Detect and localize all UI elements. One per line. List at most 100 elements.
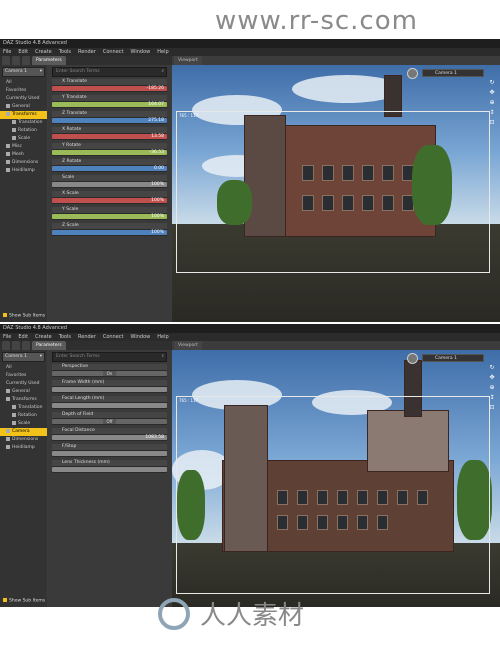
parameter-value[interactable]: 164.07 [148,101,164,108]
tree-item[interactable]: General [0,388,47,396]
category-item[interactable]: Currently Used [0,380,47,388]
tab-viewport[interactable]: Viewport [174,56,202,65]
menu-item-render[interactable]: Render [78,48,96,56]
tree-item[interactable]: Translation [0,404,47,412]
dolly-icon[interactable]: ↕ [488,394,496,402]
viewport[interactable]: 765 : 117 Camera 1 ↻ ✥ ⊕ ↕ ⊡ [172,65,500,322]
parameter-slider[interactable]: 100% [52,197,167,204]
menu-item-create[interactable]: Create [35,48,52,56]
parameter-slider[interactable]: -185.26 [52,85,167,92]
parameter-slider[interactable] [52,466,167,473]
parameter-slider[interactable]: On [52,370,167,377]
tab-pane-2[interactable] [22,56,30,65]
menu-item-connect[interactable]: Connect [103,48,124,56]
parameter-slider[interactable] [52,450,167,457]
menu-item-window[interactable]: Window [131,48,151,56]
pan-icon[interactable]: ✥ [488,374,496,382]
parameter-value[interactable]: -36.53 [149,149,164,156]
parameter-slider[interactable]: 275.18 [52,117,167,124]
parameter-value[interactable]: 100% [151,181,164,188]
camera-selector[interactable]: Camera 1 [422,69,484,77]
toggle-button[interactable]: Off [102,419,117,424]
parameter-slider[interactable]: 1083.58 [52,434,167,441]
tree-item[interactable]: Transforms [0,396,47,404]
tab-parameters[interactable]: Parameters [32,56,66,65]
tab-pane-0[interactable] [2,56,10,65]
parameter-slider[interactable]: 164.07 [52,101,167,108]
parameter-value[interactable]: 100% [151,229,164,236]
menu-item-help[interactable]: Help [157,48,168,56]
menu-item-create[interactable]: Create [35,333,52,341]
zoom-icon[interactable]: ⊕ [488,99,496,107]
node-selector[interactable]: Camera 1 ▾ [2,67,45,77]
menu-item-tools[interactable]: Tools [59,333,71,341]
menu-item-window[interactable]: Window [131,333,151,341]
show-sub-items-checkbox[interactable]: Show Sub Items [3,312,45,318]
filter-input[interactable]: Enter Search Terms ⌕ [52,67,167,77]
camera-icon[interactable] [407,353,418,364]
menu-item-edit[interactable]: Edit [18,48,28,56]
menu-item-edit[interactable]: Edit [18,333,28,341]
dolly-icon[interactable]: ↕ [488,109,496,117]
parameter-slider[interactable]: 100% [52,229,167,236]
filter-input[interactable]: Enter Search Terms ⌕ [52,352,167,362]
parameter-slider[interactable]: Off [52,418,167,425]
tree-item[interactable]: Rotation [0,412,47,420]
tree-item[interactable]: Transforms [0,111,47,119]
tab-pane-2[interactable] [22,341,30,350]
tree-item[interactable]: Misc [0,143,47,151]
tree-item[interactable]: Mesh [0,151,47,159]
zoom-icon[interactable]: ⊕ [488,384,496,392]
parameter-slider[interactable] [52,386,167,393]
parameter-slider[interactable] [52,402,167,409]
category-item[interactable]: Favorites [0,372,47,380]
orbit-icon[interactable]: ↻ [488,79,496,87]
tab-viewport[interactable]: Viewport [174,341,202,350]
menu-item-file[interactable]: File [3,48,11,56]
category-item[interactable]: Favorites [0,87,47,95]
parameter-slider[interactable]: -36.53 [52,149,167,156]
tree-item[interactable]: Translation [0,119,47,127]
parameter-value[interactable]: 0.00 [154,165,164,172]
toggle-button[interactable]: On [102,371,117,376]
menu-item-tools[interactable]: Tools [59,48,71,56]
tree-item[interactable]: Camera [0,428,47,436]
tree-item[interactable]: Heidilamp [0,444,47,452]
tree-item[interactable]: Dimensions [0,159,47,167]
tab-pane-0[interactable] [2,341,10,350]
tree-item[interactable]: General [0,103,47,111]
parameter-value[interactable]: -185.26 [147,85,164,92]
tree-item[interactable]: Heidilamp [0,167,47,175]
parameter-slider[interactable]: 13.58 [52,133,167,140]
menu-item-file[interactable]: File [3,333,11,341]
parameter-value[interactable]: 100% [151,197,164,204]
tree-item[interactable]: Dimensions [0,436,47,444]
menu-item-connect[interactable]: Connect [103,333,124,341]
frame-icon[interactable]: ⊡ [488,119,496,127]
node-selector[interactable]: Camera 1 ▾ [2,352,45,362]
category-item[interactable]: All [0,79,47,87]
parameter-value[interactable]: 1083.58 [145,434,164,441]
parameter-slider[interactable]: 100% [52,213,167,220]
orbit-icon[interactable]: ↻ [488,364,496,372]
frame-icon[interactable]: ⊡ [488,404,496,412]
tree-item[interactable]: Rotation [0,127,47,135]
parameter-value[interactable]: 13.58 [151,133,164,140]
tab-pane-1[interactable] [12,341,20,350]
camera-icon[interactable] [407,68,418,79]
show-sub-items-checkbox[interactable]: Show Sub Items [3,597,45,603]
tab-parameters[interactable]: Parameters [32,341,66,350]
tree-item[interactable]: Scale [0,420,47,428]
pan-icon[interactable]: ✥ [488,89,496,97]
tab-pane-1[interactable] [12,56,20,65]
category-item[interactable]: All [0,364,47,372]
parameter-value[interactable]: 100% [151,213,164,220]
menu-item-help[interactable]: Help [157,333,168,341]
menu-item-render[interactable]: Render [78,333,96,341]
parameter-value[interactable]: 275.18 [148,117,164,124]
tree-item[interactable]: Scale [0,135,47,143]
parameter-slider[interactable]: 0.00 [52,165,167,172]
category-item[interactable]: Currently Used [0,95,47,103]
viewport[interactable]: 765 : 117 Camera 1 ↻ ✥ ⊕ ↕ ⊡ [172,350,500,607]
parameter-slider[interactable]: 100% [52,181,167,188]
